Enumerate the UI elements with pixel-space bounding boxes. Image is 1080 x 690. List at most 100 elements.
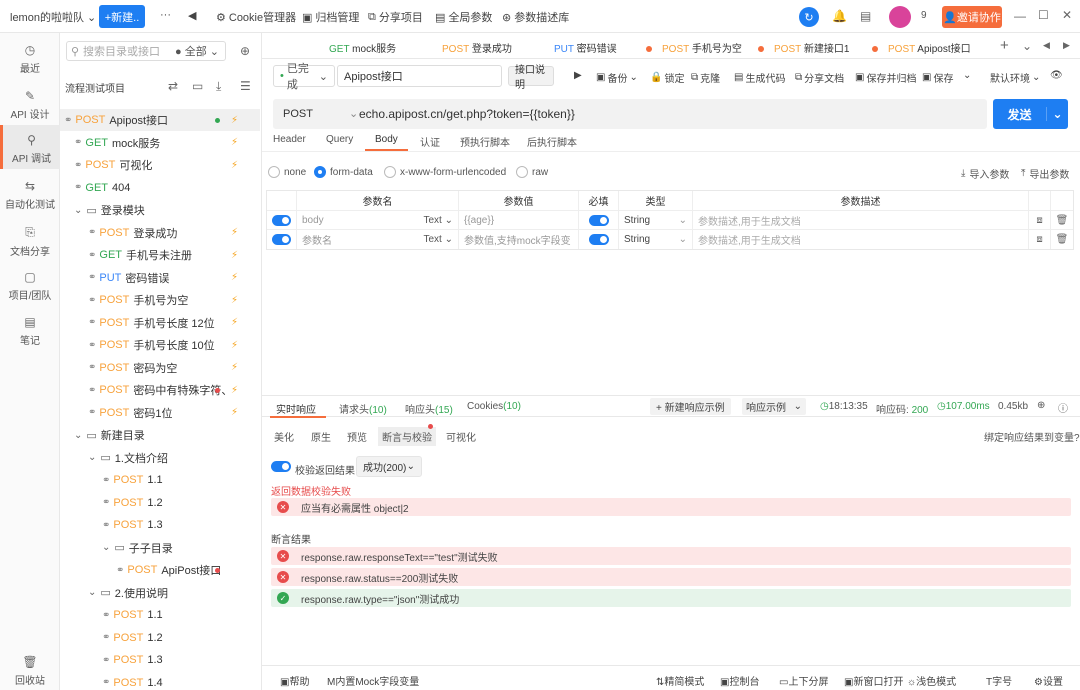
cookie-manager[interactable]: ⚙ Cookie管理器 <box>216 9 296 25</box>
gen-code-button[interactable]: ▤ 生成代码 <box>734 70 785 85</box>
team-switcher[interactable]: lemon的啦啦队 ⌄ <box>10 9 96 25</box>
tree-item[interactable]: ⚭ POST 1.2 <box>60 492 260 514</box>
rail-recycle-bin[interactable]: 🗑 回收站 <box>0 655 60 687</box>
resp-tab-assert[interactable]: 断言与校验 <box>378 427 436 446</box>
type-select[interactable]: String ⌄ <box>619 211 693 229</box>
tree-item[interactable]: ⚭ POST Apipost接口 ⚡ <box>60 109 260 131</box>
filter-select[interactable]: ● 全部 ⌄ <box>175 43 219 59</box>
tree-item[interactable]: ⚭ POST 密码为空 ⚡ <box>60 357 260 379</box>
sync-icon[interactable]: ↻ <box>799 7 819 27</box>
locate-icon[interactable]: ⊕ <box>240 44 250 58</box>
globe-icon[interactable]: ⊕ <box>1037 400 1045 411</box>
more-icon[interactable]: ··· <box>160 9 171 21</box>
request-tab[interactable]: POST 新建接口1 <box>758 40 849 55</box>
new-window[interactable]: ▣新窗口打开 <box>844 673 903 688</box>
param-desc-input[interactable]: 参数描述,用于生成文档 <box>693 230 1029 249</box>
tree-item[interactable]: ⌄ ▭ 2.使用说明 <box>60 582 260 604</box>
trash-icon[interactable]: 🗑 <box>1051 211 1073 229</box>
tab-post-script[interactable]: 后执行脚本 <box>527 134 577 149</box>
close-icon[interactable]: ✕ <box>1062 8 1072 22</box>
tab-auth[interactable]: 认证 <box>420 134 440 149</box>
light-mode[interactable]: ☼浅色模式 <box>907 673 956 688</box>
tree-item[interactable]: ⚭ POST 1.2 <box>60 627 260 649</box>
tree-item[interactable]: ⚭ POST 可视化 ⚡ <box>60 154 260 176</box>
tree-item[interactable]: ⚭ POST 密码1位 ⚡ <box>60 402 260 424</box>
archive-manager[interactable]: ▣ 归档管理 <box>302 9 359 25</box>
rail-api-debug[interactable]: ⚲ API 调试 <box>0 125 60 169</box>
save-menu-icon[interactable]: ⌄ <box>963 70 971 81</box>
tree-item[interactable]: ⚭ POST 登录成功 ⚡ <box>60 222 260 244</box>
tab-body[interactable]: Body <box>365 134 408 151</box>
tree-item[interactable]: ⌄ ▭ 新建目录 <box>60 424 260 446</box>
tab-header[interactable]: Header <box>273 134 306 145</box>
api-doc-button[interactable]: 接口说明 <box>508 65 554 91</box>
verify-toggle[interactable] <box>271 461 291 472</box>
share-doc-button[interactable]: ⧉ 分享文档 <box>795 70 844 85</box>
lock-button[interactable]: 🔒 锁定 <box>650 70 684 85</box>
tree-item[interactable]: ⚭ POST ApiPost接口 <box>60 559 260 581</box>
save-archive-button[interactable]: ▣ 保存并归档 <box>855 70 916 85</box>
settings[interactable]: ⚙设置 <box>1034 673 1063 688</box>
tree-item[interactable]: ⚭ POST 1.3 <box>60 514 260 536</box>
bell-icon[interactable]: 🔔 <box>832 9 847 23</box>
required-toggle[interactable] <box>588 234 609 245</box>
import-icon[interactable]: ⤓ <box>216 79 221 94</box>
verify-select[interactable]: 成功(200) ⌄ <box>356 456 422 477</box>
tab-cookies[interactable]: Cookies(10) <box>467 401 521 412</box>
tree-item[interactable]: ⚭ GET mock服务 ⚡ <box>60 132 260 154</box>
body-type-none[interactable]: none <box>268 166 306 178</box>
resp-tab-pretty[interactable]: 美化 <box>274 429 294 444</box>
cube-icon[interactable]: ⧈ <box>1029 230 1051 249</box>
add-tab-icon[interactable]: + <box>1000 37 1009 54</box>
clone-button[interactable]: ⧉ 克隆 <box>691 70 720 85</box>
rail-recent[interactable]: ◷ 最近 <box>0 43 60 75</box>
note-icon[interactable]: ▤ <box>860 9 871 23</box>
rail-project-team[interactable]: ▢ 项目/团队 <box>0 270 60 302</box>
rail-api-design[interactable]: ✎ API 设计 <box>0 89 60 121</box>
minimize-icon[interactable]: — <box>1014 9 1026 23</box>
export-params[interactable]: ⤒ 导出参数 <box>1021 166 1069 181</box>
param-name-input[interactable]: body <box>302 215 423 226</box>
tree-item[interactable]: ⌄ ▭ 1.文档介绍 <box>60 447 260 469</box>
bind-result-link[interactable]: 绑定响应结果到变量? <box>984 429 1080 444</box>
console[interactable]: ▣控制台 <box>720 673 759 688</box>
help-link[interactable]: ▣帮助 <box>280 673 309 688</box>
type-select[interactable]: String ⌄ <box>619 230 693 249</box>
resp-tab-preview[interactable]: 预览 <box>347 429 367 444</box>
required-toggle[interactable] <box>588 214 609 226</box>
body-type-urlencoded[interactable]: x-www-form-urlencoded <box>384 166 506 178</box>
run-icon[interactable]: ▶ <box>574 70 582 81</box>
field-type-select[interactable]: Text ⌄ <box>423 215 453 226</box>
maximize-icon[interactable]: ☐ <box>1038 8 1049 22</box>
eye-icon[interactable]: 👁 <box>1050 70 1063 81</box>
split-view[interactable]: ▭上下分屏 <box>779 673 828 688</box>
tab-prev-icon[interactable]: ◀ <box>1043 40 1050 51</box>
enable-toggle[interactable] <box>272 214 291 226</box>
request-tab[interactable]: PUT 密码错误 <box>554 40 617 55</box>
cube-icon[interactable]: ⧈ <box>1029 211 1051 229</box>
tree-item[interactable]: ⚭ POST 1.1 <box>60 469 260 491</box>
tree-item[interactable]: ⚭ POST 手机号为空 ⚡ <box>60 289 260 311</box>
tree-item[interactable]: ⚭ GET 手机号未注册 ⚡ <box>60 244 260 266</box>
rail-notes[interactable]: ▤ 笔记 <box>0 315 60 347</box>
tree-item[interactable]: ⚭ POST 1.4 <box>60 672 260 690</box>
rail-auto-test[interactable]: ⇆ 自动化测试 <box>0 179 60 211</box>
tree-item[interactable]: ⚭ POST 1.1 <box>60 604 260 626</box>
tab-pre-script[interactable]: 预执行脚本 <box>460 134 510 149</box>
tree-search-input[interactable]: ⚲ 搜索目录或接口 ● 全部 ⌄ <box>66 41 226 61</box>
tree-item[interactable]: ⚭ PUT 密码错误 ⚡ <box>60 267 260 289</box>
tab-response-headers[interactable]: 响应头(15) <box>405 401 453 416</box>
compact-mode[interactable]: ⇅精简模式 <box>656 673 704 688</box>
resp-tab-visual[interactable]: 可视化 <box>446 429 476 444</box>
tab-next-icon[interactable]: ▶ <box>1063 40 1070 51</box>
new-button[interactable]: +新建.. <box>99 5 145 28</box>
body-type-raw[interactable]: raw <box>516 166 548 178</box>
param-value-input[interactable]: 参数值,支持mock字段变 <box>459 230 579 249</box>
tab-live-response[interactable]: 实时响应 <box>276 401 316 416</box>
enable-toggle[interactable] <box>272 234 291 245</box>
param-desc-library[interactable]: ⊛ 参数描述库 <box>502 9 569 25</box>
tree-item[interactable]: ⚭ POST 密码中有特殊字符、 ⚡ <box>60 379 260 401</box>
param-desc-input[interactable]: 参数描述,用于生成文档 <box>693 211 1029 229</box>
trash-icon[interactable]: 🗑 <box>1051 230 1073 249</box>
request-tab[interactable]: POST 登录成功 <box>442 40 512 55</box>
